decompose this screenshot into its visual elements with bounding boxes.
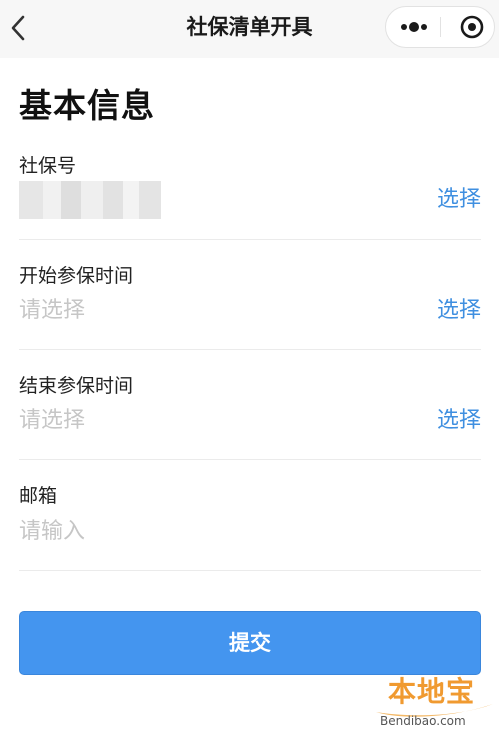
divider bbox=[19, 570, 481, 571]
start-date-value[interactable]: 请选择 bbox=[19, 296, 85, 326]
watermark-logo: 本地宝 Bendibao.com bbox=[372, 672, 497, 732]
divider bbox=[19, 349, 481, 350]
field-end-date: 结束参保时间 请选择 选择 bbox=[19, 374, 481, 461]
more-dots-icon bbox=[401, 22, 427, 32]
field-label: 社保号 bbox=[19, 155, 77, 177]
page: 社保清单开具 基本信息 社保号 选择 开始参保时间 请选择 选择 结束参保时间 … bbox=[0, 0, 499, 735]
end-date-value[interactable]: 请选择 bbox=[19, 406, 85, 436]
select-button[interactable]: 选择 bbox=[437, 185, 481, 215]
redacted-value bbox=[19, 181, 161, 219]
target-close-icon bbox=[460, 15, 484, 39]
watermark-text: 本地宝 bbox=[388, 675, 476, 708]
field-email: 邮箱 请输入 bbox=[19, 484, 481, 571]
field-label: 邮箱 bbox=[19, 485, 58, 507]
watermark-url: Bendibao.com bbox=[380, 714, 466, 728]
divider bbox=[19, 239, 481, 240]
select-button[interactable]: 选择 bbox=[437, 296, 481, 326]
section-title: 基本信息 bbox=[19, 86, 155, 125]
submit-button[interactable]: 提交 bbox=[19, 611, 481, 675]
field-social-security-number: 社保号 选择 bbox=[19, 153, 481, 240]
email-input[interactable]: 请输入 bbox=[19, 517, 85, 547]
mini-program-capsule bbox=[385, 6, 495, 48]
select-button[interactable]: 选择 bbox=[437, 406, 481, 436]
field-start-date: 开始参保时间 请选择 选择 bbox=[19, 264, 481, 351]
nav-bar: 社保清单开具 bbox=[0, 0, 499, 58]
field-label: 结束参保时间 bbox=[19, 375, 134, 397]
divider bbox=[19, 459, 481, 460]
close-miniprogram-button[interactable] bbox=[441, 7, 495, 47]
more-button[interactable] bbox=[386, 7, 440, 47]
field-label: 开始参保时间 bbox=[19, 265, 134, 287]
